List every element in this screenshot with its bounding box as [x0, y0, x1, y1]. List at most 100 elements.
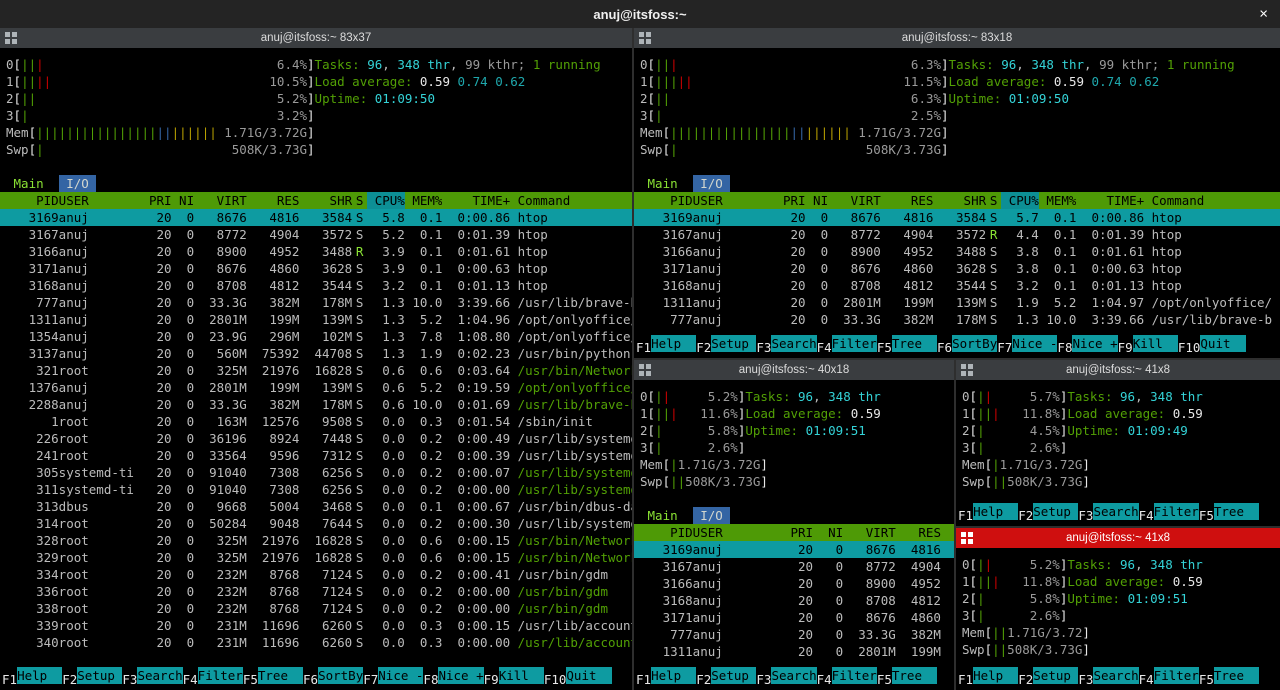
fkey-f1[interactable]: F1Help	[2, 667, 62, 684]
process-row[interactable]: 3168anuj200870848123544S3.20.10:01.13hto…	[634, 277, 1280, 294]
pane-titlebar[interactable]: anuj@itsfoss:~ 41x8	[956, 528, 1280, 548]
fkey-f5[interactable]: F5Tree	[877, 667, 937, 684]
fkey-f6[interactable]: F6SortBy	[303, 667, 363, 684]
terminal-pane-41x8-top[interactable]: anuj@itsfoss:~ 41x80[||5.7%]Tasks: 96, 3…	[956, 360, 1280, 526]
pane-titlebar[interactable]: anuj@itsfoss:~ 83x37	[0, 28, 632, 48]
fkey-f4[interactable]: F4Filter	[1139, 503, 1199, 520]
process-row[interactable]: 336root200232M87687124S0.00.20:00.00/usr…	[0, 583, 632, 600]
process-row[interactable]: 3168anuj200870848123544S3.20.10:01.13hto…	[0, 277, 632, 294]
process-row[interactable]: 334root200232M87687124S0.00.20:00.41/usr…	[0, 566, 632, 583]
process-row[interactable]: 1354anuj20023.9G296M102MS1.37.81:08.80/o…	[0, 328, 632, 345]
fkey-f10[interactable]: F10Quit	[544, 667, 612, 684]
column-header-pid[interactable]: PID	[640, 192, 693, 209]
process-row[interactable]: 777anuj20033.3G382M178MS1.310.03:39.66/u…	[634, 311, 1280, 328]
fkey-f7[interactable]: F7Nice -	[363, 667, 423, 684]
fkey-f3[interactable]: F3Search	[1078, 503, 1138, 520]
column-header-command[interactable]: Command	[510, 192, 570, 209]
column-header-shr[interactable]: SHR	[933, 192, 986, 209]
column-header-virt[interactable]: VIRT	[843, 524, 896, 541]
terminal-pane-83x18[interactable]: anuj@itsfoss:~ 83x180[|||6.3%]Tasks: 96,…	[634, 28, 1280, 358]
terminal-pane-40x18[interactable]: anuj@itsfoss:~ 40x180[||5.2%]Tasks: 96, …	[634, 360, 954, 690]
fkey-f8[interactable]: F8Nice +	[1057, 335, 1117, 352]
column-header-virt[interactable]: VIRT	[194, 192, 247, 209]
fkey-f9[interactable]: F9Kill	[484, 667, 544, 684]
process-row[interactable]: 1376anuj2002801M199M139MS0.65.20:19.59/o…	[0, 379, 632, 396]
column-header-pri[interactable]: PRI	[141, 192, 171, 209]
column-header-user[interactable]: USER	[693, 192, 776, 209]
process-row[interactable]: 3137anuj200560M7539244708S1.31.90:02.23/…	[0, 345, 632, 362]
column-header-mem[interactable]: MEM%	[1039, 192, 1077, 209]
fkey-f7[interactable]: F7Nice -	[997, 335, 1057, 352]
process-row[interactable]: 338root200232M87687124S0.00.20:00.00/usr…	[0, 600, 632, 617]
process-row[interactable]: 3167anuj200877249043572S5.20.10:01.39hto…	[0, 226, 632, 243]
fkey-f4[interactable]: F4Filter	[1139, 667, 1199, 684]
fkey-f2[interactable]: F2Setup	[696, 335, 756, 352]
tab-i-o[interactable]: I/O	[693, 507, 731, 524]
fkey-f9[interactable]: F9Kill	[1118, 335, 1178, 352]
process-row[interactable]: 339root200231M116966260S0.00.30:00.15/us…	[0, 617, 632, 634]
pane-grid-icon[interactable]	[639, 364, 651, 376]
fkey-f2[interactable]: F2Setup	[1018, 503, 1078, 520]
process-row[interactable]: 314root2005028490487644S0.00.20:00.30/us…	[0, 515, 632, 532]
fkey-f1[interactable]: F1Help	[636, 335, 696, 352]
column-header-res[interactable]: RES	[896, 524, 941, 541]
process-row[interactable]: 3166anuj20089004952	[634, 575, 954, 592]
column-header-cpu[interactable]: CPU%	[367, 192, 405, 209]
tab-i-o[interactable]: I/O	[693, 175, 731, 192]
process-row[interactable]: 340root200231M116966260S0.00.30:00.00/us…	[0, 634, 632, 651]
fkey-f6[interactable]: F6SortBy	[937, 335, 997, 352]
pane-titlebar[interactable]: anuj@itsfoss:~ 41x8	[956, 360, 1280, 380]
process-row[interactable]: 777anuj20033.3G382M178MS1.310.03:39.66/u…	[0, 294, 632, 311]
tab-main[interactable]: Main	[648, 508, 678, 523]
process-row[interactable]: 3166anuj200890049523488R3.90.10:01.61hto…	[0, 243, 632, 260]
terminal-content[interactable]: 0[||5.2%]Tasks: 96, 348 thr1[|||11.8%]Lo…	[956, 548, 1280, 690]
process-row[interactable]: 3169anuj20086764816	[634, 541, 954, 558]
process-row[interactable]: 329root200325M2197616828S0.00.60:00.15/u…	[0, 549, 632, 566]
process-row[interactable]: 1root200163M125769508S0.00.30:01.54/sbin…	[0, 413, 632, 430]
pane-grid-icon[interactable]	[961, 364, 973, 376]
terminal-content[interactable]: 0[|||6.3%]Tasks: 96, 348 thr, 99 kthr; 1…	[634, 48, 1280, 358]
process-row[interactable]: 305systemd-ti2009104073086256S0.00.20:00…	[0, 464, 632, 481]
column-header-cpu[interactable]: CPU%	[1001, 192, 1039, 209]
window-titlebar[interactable]: anuj@itsfoss:~ ×	[0, 0, 1280, 28]
fkey-f2[interactable]: F2Setup	[696, 667, 756, 684]
process-row[interactable]: 3171anuj20086764860	[634, 609, 954, 626]
column-header-time[interactable]: TIME+	[442, 192, 510, 209]
tab-main[interactable]: Main	[14, 176, 44, 191]
fkey-f4[interactable]: F4Filter	[817, 667, 877, 684]
fkey-f5[interactable]: F5Tree	[1199, 503, 1259, 520]
fkey-f8[interactable]: F8Nice +	[423, 667, 483, 684]
process-row[interactable]: 3166anuj200890049523488S3.80.10:01.61hto…	[634, 243, 1280, 260]
column-header-user[interactable]: USER	[693, 524, 783, 541]
pane-grid-icon[interactable]	[639, 32, 651, 44]
fkey-f2[interactable]: F2Setup	[1018, 667, 1078, 684]
fkey-f3[interactable]: F3Search	[756, 335, 816, 352]
pane-grid-icon[interactable]	[5, 32, 17, 44]
column-header-ni[interactable]: NI	[172, 192, 195, 209]
process-row[interactable]: 3168anuj20087084812	[634, 592, 954, 609]
column-header-pri[interactable]: PRI	[775, 192, 805, 209]
fkey-f1[interactable]: F1Help	[958, 667, 1018, 684]
pane-titlebar[interactable]: anuj@itsfoss:~ 83x18	[634, 28, 1280, 48]
pane-titlebar[interactable]: anuj@itsfoss:~ 40x18	[634, 360, 954, 380]
process-row[interactable]: 1311anuj2002801M199M	[634, 643, 954, 660]
fkey-f1[interactable]: F1Help	[636, 667, 696, 684]
process-row[interactable]: 3167anuj200877249043572R4.40.10:01.39hto…	[634, 226, 1280, 243]
column-header-pri[interactable]: PRI	[783, 524, 813, 541]
column-header-pid[interactable]: PID	[6, 192, 59, 209]
pane-grid-icon[interactable]	[961, 532, 973, 544]
fkey-f1[interactable]: F1Help	[958, 503, 1018, 520]
column-header-virt[interactable]: VIRT	[828, 192, 881, 209]
column-header-ni[interactable]: NI	[806, 192, 829, 209]
fkey-f3[interactable]: F3Search	[122, 667, 182, 684]
process-row[interactable]: 1311anuj2002801M199M139MS1.95.21:04.97/o…	[634, 294, 1280, 311]
fkey-f4[interactable]: F4Filter	[183, 667, 243, 684]
column-header-pid[interactable]: PID	[640, 524, 693, 541]
process-row[interactable]: 321root200325M2197616828S0.60.60:03.64/u…	[0, 362, 632, 379]
process-row[interactable]: 3169anuj200867648163584S5.70.10:00.86hto…	[634, 209, 1280, 226]
column-header-ni[interactable]: NI	[813, 524, 843, 541]
column-header-s[interactable]: S	[986, 192, 1001, 209]
fkey-f4[interactable]: F4Filter	[817, 335, 877, 352]
process-row[interactable]: 313dbus200966850043468S0.00.10:00.67/usr…	[0, 498, 632, 515]
terminal-content[interactable]: 0[|||6.4%]Tasks: 96, 348 thr, 99 kthr; 1…	[0, 48, 632, 690]
